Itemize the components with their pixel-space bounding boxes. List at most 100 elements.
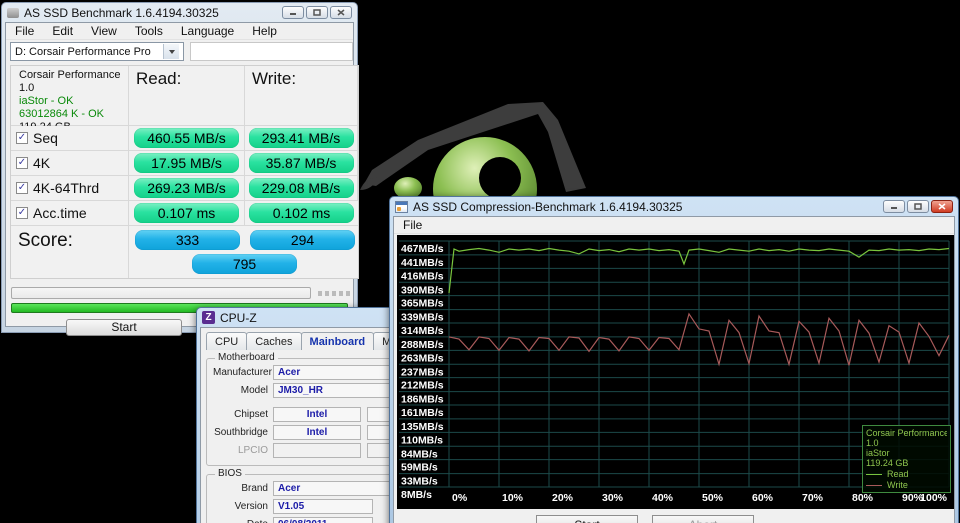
read-column-header: Read: [129,66,245,126]
compression-menubar: File [394,217,954,234]
tab-caches[interactable]: Caches [246,332,301,350]
4k-checkbox[interactable]: ✓ [16,157,28,169]
seq-read-value: 460.55 MB/s [134,128,239,148]
svg-text:30%: 30% [602,492,624,504]
table-row-4k: ✓ 4K [11,151,129,176]
chevron-down-icon[interactable] [163,44,179,59]
svg-text:100%: 100% [920,492,948,504]
compression-app-icon [395,201,408,213]
svg-text:59MB/s: 59MB/s [401,462,438,474]
table-row-acctime: ✓ Acc.time [11,201,129,226]
maximize-icon[interactable] [907,200,929,213]
menu-tools[interactable]: Tools [126,23,172,39]
alignment-status: 63012864 K - OK [19,108,128,121]
maximize-icon[interactable] [306,6,328,19]
menu-help[interactable]: Help [243,23,286,39]
close-icon[interactable] [330,6,352,19]
progress-bar [11,287,311,299]
compression-chart: 467MB/s441MB/s416MB/s390MB/s365MB/s339MB… [397,235,954,509]
drive-select-dropdown[interactable]: D: Corsair Performance Pro [10,42,184,61]
chipset-vendor-field: Intel [273,407,361,422]
write-score: 294 [250,230,355,250]
desktop-wallpaper-logo [358,92,620,198]
group-label: BIOS [215,468,245,479]
svg-text:8MB/s: 8MB/s [401,489,432,501]
minimize-icon[interactable] [282,6,304,19]
compression-abort-button[interactable]: Abort [652,515,754,523]
window-title: AS SSD Compression-Benchmark 1.6.4194.30… [413,200,883,214]
4k64-checkbox[interactable]: ✓ [16,182,28,194]
acctime-checkbox[interactable]: ✓ [16,207,28,219]
bios-date-label: Date [213,519,273,523]
score-section: Score: 333 294 795 [11,226,358,278]
write-line-swatch [866,485,882,486]
legend-drive-name: Corsair Performance [866,428,947,438]
chart-legend: Corsair Performance 1.0 iaStor 119.24 GB… [862,425,951,493]
menu-file[interactable]: File [394,217,431,233]
4k64-read-value: 269.23 MB/s [134,178,239,198]
window-title: AS SSD Benchmark 1.6.4194.30325 [24,6,282,20]
row-label: Acc.time [33,205,87,221]
as-ssd-titlebar[interactable]: AS SSD Benchmark 1.6.4194.30325 [5,3,354,22]
svg-text:339MB/s: 339MB/s [401,312,444,324]
menu-view[interactable]: View [82,23,126,39]
chipset-label: Chipset [213,409,273,420]
compression-benchmark-window: AS SSD Compression-Benchmark 1.6.4194.30… [389,196,959,523]
lpcio-field [273,443,361,458]
svg-text:288MB/s: 288MB/s [401,339,444,351]
close-icon[interactable] [931,200,953,213]
svg-text:33MB/s: 33MB/s [401,476,438,488]
southbridge-vendor-field: Intel [273,425,361,440]
bios-version-field: V1.05 [273,499,373,514]
seq-checkbox[interactable]: ✓ [16,132,28,144]
4k-write-value: 35.87 MB/s [249,153,354,173]
lpcio-label: LPCIO [213,445,273,456]
tab-mainboard[interactable]: Mainboard [301,332,375,350]
minimize-icon[interactable] [883,200,905,213]
table-row-4k64: ✓ 4K-64Thrd [11,176,129,201]
row-label: 4K-64Thrd [33,180,99,196]
compression-titlebar[interactable]: AS SSD Compression-Benchmark 1.6.4194.30… [393,197,955,216]
progress-caption [318,291,352,296]
4k64-write-value: 229.08 MB/s [249,178,354,198]
bios-brand-label: Brand [213,483,273,494]
start-button[interactable]: Start [66,319,182,336]
drive-info-panel: Corsair Performance 1.0 iaStor - OK 6301… [11,66,129,126]
legend-write-label: Write [887,480,908,490]
aux-empty-box [190,42,353,61]
score-label: Score: [11,226,129,278]
svg-text:314MB/s: 314MB/s [401,325,444,337]
svg-text:365MB/s: 365MB/s [401,298,444,310]
table-row-seq: ✓ Seq [11,126,129,151]
svg-text:390MB/s: 390MB/s [401,284,444,296]
drive-select-value: D: Corsair Performance Pro [15,46,151,58]
svg-text:186MB/s: 186MB/s [401,394,444,406]
svg-text:263MB/s: 263MB/s [401,352,444,364]
menu-language[interactable]: Language [172,23,243,39]
svg-text:237MB/s: 237MB/s [401,366,444,378]
svg-text:135MB/s: 135MB/s [401,421,444,433]
menu-file[interactable]: File [6,23,43,39]
legend-capacity: 119.24 GB [866,458,947,468]
write-column-header: Write: [245,66,358,126]
svg-text:212MB/s: 212MB/s [401,380,444,392]
as-ssd-benchmark-window: AS SSD Benchmark 1.6.4194.30325 File Edi… [1,2,358,333]
4k-read-value: 17.95 MB/s [134,153,239,173]
benchmark-table: Corsair Performance 1.0 iaStor - OK 6301… [10,65,359,279]
legend-read-label: Read [887,469,909,479]
cpuz-app-icon: Z [202,311,215,324]
bios-version-label: Version [213,501,273,512]
svg-text:110MB/s: 110MB/s [401,434,443,446]
read-line-swatch [866,474,882,475]
tab-cpu[interactable]: CPU [206,332,247,350]
svg-text:441MB/s: 441MB/s [401,257,444,269]
svg-text:0%: 0% [452,492,468,504]
menu-edit[interactable]: Edit [43,23,82,39]
seq-write-value: 293.41 MB/s [249,128,354,148]
svg-text:80%: 80% [852,492,874,504]
svg-text:40%: 40% [652,492,674,504]
svg-text:20%: 20% [552,492,574,504]
as-ssd-app-icon [7,8,19,18]
compression-start-button[interactable]: Start [536,515,638,523]
acctime-write-value: 0.102 ms [249,203,354,223]
